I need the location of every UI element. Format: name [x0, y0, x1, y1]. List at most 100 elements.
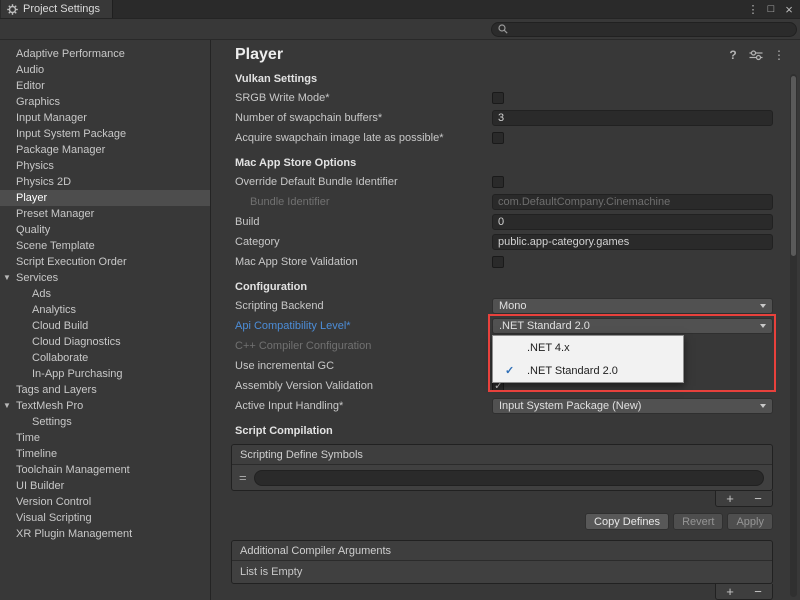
foldout-triangle-icon[interactable]	[3, 399, 13, 411]
override-bundle-identifier-checkbox[interactable]	[492, 176, 504, 188]
setting-row-build: Build	[211, 212, 800, 232]
sidebar-item-label: Audio	[16, 64, 44, 76]
category-input[interactable]	[492, 234, 773, 250]
compiler-arguments-toolbar: + −	[715, 584, 773, 600]
foldout-triangle-icon[interactable]	[3, 271, 13, 283]
sidebar-item-label: Cloud Diagnostics	[32, 336, 121, 348]
search-box[interactable]	[491, 22, 797, 37]
tab-project-settings[interactable]: Project Settings	[1, 0, 113, 18]
sidebar-item-audio[interactable]: Audio	[0, 62, 210, 78]
sidebar-item-label: Script Execution Order	[16, 256, 127, 268]
sidebar-item-visual-scripting[interactable]: Visual Scripting	[0, 510, 210, 526]
help-icon[interactable]	[726, 48, 740, 62]
sidebar-item-cloud-build[interactable]: Cloud Build	[0, 318, 210, 334]
sidebar-item-quality[interactable]: Quality	[0, 222, 210, 238]
menu-item--net-4-x[interactable]: .NET 4.x	[493, 336, 683, 359]
sidebar-item-cloud-diagnostics[interactable]: Cloud Diagnostics	[0, 334, 210, 350]
setting-row-scripting-backend: Scripting Backend Mono	[211, 296, 800, 316]
setting-label: Api Compatibility Level*	[235, 320, 492, 332]
sidebar-item-label: Physics	[16, 160, 54, 172]
sidebar-item-services[interactable]: Services	[0, 270, 210, 286]
presets-icon[interactable]	[749, 49, 763, 61]
sidebar-item-label: Tags and Layers	[16, 384, 97, 396]
srgb-write-mode-checkbox[interactable]	[492, 92, 504, 104]
sidebar-item-preset-manager[interactable]: Preset Manager	[0, 206, 210, 222]
remove-define-button[interactable]: −	[750, 492, 766, 505]
sidebar-item-scene-template[interactable]: Scene Template	[0, 238, 210, 254]
api-compatibility-dropdown[interactable]: .NET Standard 2.0	[492, 318, 773, 334]
acquire-swapchain-late-checkbox[interactable]	[492, 132, 504, 144]
sidebar-item-collaborate[interactable]: Collaborate	[0, 350, 210, 366]
more-options-icon[interactable]	[772, 48, 786, 62]
active-input-handling-dropdown[interactable]: Input System Package (New)	[492, 398, 773, 414]
sidebar-item-toolchain-management[interactable]: Toolchain Management	[0, 462, 210, 478]
scripting-backend-dropdown[interactable]: Mono	[492, 298, 773, 314]
sidebar-item-ads[interactable]: Ads	[0, 286, 210, 302]
mac-app-store-validation-checkbox[interactable]	[492, 256, 504, 268]
sidebar-item-label: Version Control	[16, 496, 91, 508]
sidebar-item-input-system-package[interactable]: Input System Package	[0, 126, 210, 142]
sidebar-item-in-app-purchasing[interactable]: In-App Purchasing	[0, 366, 210, 382]
setting-row-acquire-swapchain-late: Acquire swapchain image late as possible…	[211, 128, 800, 148]
scrollbar-thumb[interactable]	[791, 76, 796, 256]
setting-label: Acquire swapchain image late as possible…	[235, 132, 492, 144]
sidebar-item-label: Scene Template	[16, 240, 95, 252]
sidebar-item-player[interactable]: Player	[0, 190, 210, 206]
sidebar-item-analytics[interactable]: Analytics	[0, 302, 210, 318]
sidebar-item-xr-plugin-management[interactable]: XR Plugin Management	[0, 526, 210, 542]
menu-item-label: .NET 4.x	[527, 342, 570, 354]
menu-item--net-standard-2-0[interactable]: .NET Standard 2.0	[493, 359, 683, 382]
sidebar-item-tags-and-layers[interactable]: Tags and Layers	[0, 382, 210, 398]
setting-label: C++ Compiler Configuration	[235, 340, 492, 352]
bundle-identifier-input	[492, 194, 773, 210]
remove-argument-button[interactable]: −	[750, 585, 766, 598]
sidebar-item-label: In-App Purchasing	[32, 368, 123, 380]
close-icon[interactable]	[781, 1, 797, 17]
apply-button[interactable]: Apply	[727, 513, 773, 530]
swapchain-buffers-input[interactable]	[492, 110, 773, 126]
setting-row-override-bundle-identifier: Override Default Bundle Identifier	[211, 172, 800, 192]
add-define-button[interactable]: +	[722, 492, 738, 505]
window-controls	[745, 1, 797, 17]
sidebar-item-adaptive-performance[interactable]: Adaptive Performance	[0, 46, 210, 62]
define-symbol-input[interactable]	[254, 470, 764, 486]
tab-title: Project Settings	[23, 3, 100, 15]
maximize-icon[interactable]	[763, 1, 779, 17]
setting-row-swapchain-buffers: Number of swapchain buffers*	[211, 108, 800, 128]
additional-compiler-arguments-title: Additional Compiler Arguments	[232, 541, 772, 561]
sidebar-item-ui-builder[interactable]: UI Builder	[0, 478, 210, 494]
sidebar-item-settings[interactable]: Settings	[0, 414, 210, 430]
sidebar-item-time[interactable]: Time	[0, 430, 210, 446]
sidebar-item-label: Collaborate	[32, 352, 88, 364]
sidebar-item-timeline[interactable]: Timeline	[0, 446, 210, 462]
dropdown-value: .NET Standard 2.0	[499, 320, 590, 332]
setting-label: Assembly Version Validation	[235, 380, 492, 392]
copy-defines-button[interactable]: Copy Defines	[585, 513, 669, 530]
sidebar-item-physics[interactable]: Physics	[0, 158, 210, 174]
sidebar-item-input-manager[interactable]: Input Manager	[0, 110, 210, 126]
sidebar-item-label: Timeline	[16, 448, 57, 460]
sidebar-item-package-manager[interactable]: Package Manager	[0, 142, 210, 158]
sidebar-item-textmesh-pro[interactable]: TextMesh Pro	[0, 398, 210, 414]
dropdown-value: Mono	[499, 300, 527, 312]
search-input[interactable]	[512, 23, 790, 36]
sidebar-item-label: Settings	[32, 416, 72, 428]
build-input[interactable]	[492, 214, 773, 230]
setting-label: Use incremental GC	[235, 360, 492, 372]
setting-label: SRGB Write Mode*	[235, 92, 492, 104]
sidebar-item-physics-2d[interactable]: Physics 2D	[0, 174, 210, 190]
sidebar-item-editor[interactable]: Editor	[0, 78, 210, 94]
sidebar-item-script-execution-order[interactable]: Script Execution Order	[0, 254, 210, 270]
sidebar-item-graphics[interactable]: Graphics	[0, 94, 210, 110]
sidebar-item-label: TextMesh Pro	[16, 400, 83, 412]
dropdown-value: Input System Package (New)	[499, 400, 641, 412]
setting-label: Active Input Handling*	[235, 400, 492, 412]
add-argument-button[interactable]: +	[722, 585, 738, 598]
gear-icon	[7, 4, 18, 15]
revert-button[interactable]: Revert	[673, 513, 723, 530]
drag-handle-icon[interactable]	[239, 471, 247, 484]
sidebar-item-version-control[interactable]: Version Control	[0, 494, 210, 510]
menu-item-label: .NET Standard 2.0	[527, 365, 618, 377]
window-menu-icon[interactable]	[745, 1, 761, 17]
sidebar-item-label: Adaptive Performance	[16, 48, 125, 60]
